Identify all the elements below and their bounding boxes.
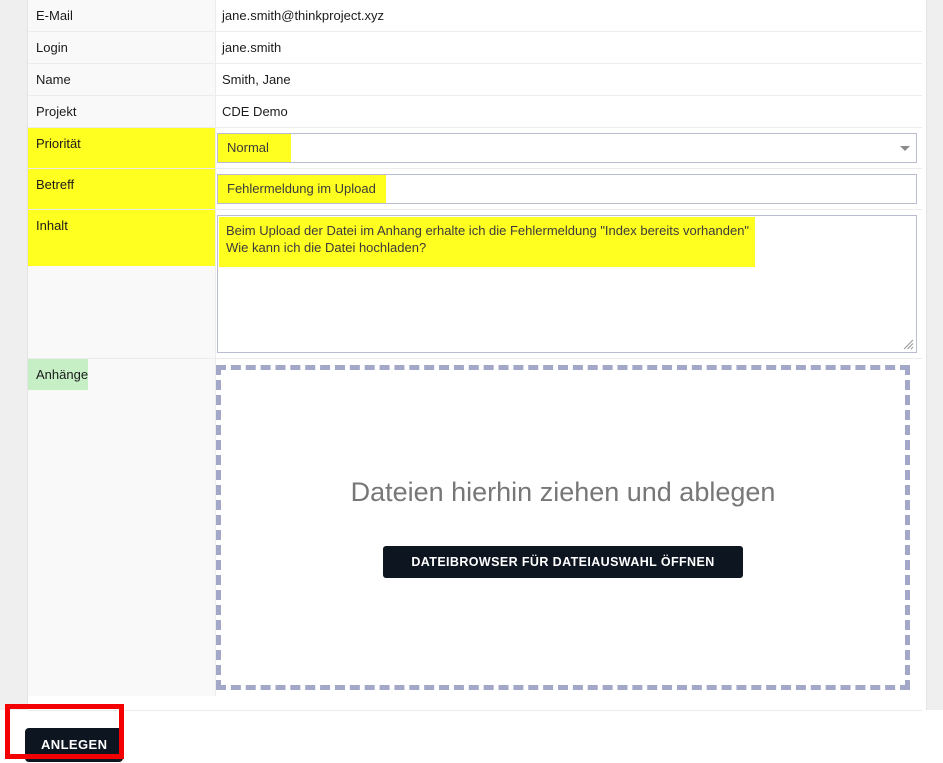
table-row: Projekt CDE Demo bbox=[28, 95, 922, 128]
label-text-prioritaet: Priorität bbox=[36, 136, 81, 151]
betreff-value-highlight: Fehlermeldung im Upload bbox=[218, 175, 386, 203]
label-text-projekt: Projekt bbox=[36, 104, 77, 119]
inhalt-field-wrap: Beim Upload der Datei im Anhang erhalte … bbox=[216, 210, 922, 358]
ticket-create-form-page: E-Mail jane.smith@thinkproject.xyz Login… bbox=[0, 0, 943, 763]
label-text-inhalt: Inhalt bbox=[36, 218, 68, 233]
label-text-email: E-Mail bbox=[36, 8, 73, 23]
row-label-email: E-Mail bbox=[28, 0, 216, 32]
footer-divider bbox=[28, 710, 922, 711]
value-text-projekt: CDE Demo bbox=[222, 104, 288, 119]
betreff-field-wrap: Fehlermeldung im Upload bbox=[216, 169, 922, 209]
row-value-login: jane.smith bbox=[215, 31, 922, 64]
inhalt-textarea[interactable]: Beim Upload der Datei im Anhang erhalte … bbox=[217, 215, 917, 353]
row-value-email: jane.smith@thinkproject.xyz bbox=[215, 0, 922, 32]
value-text-name: Smith, Jane bbox=[222, 72, 291, 87]
label-text-login: Login bbox=[36, 40, 68, 55]
table-row: Name Smith, Jane bbox=[28, 63, 922, 96]
row-value-projekt: CDE Demo bbox=[215, 95, 922, 128]
value-text-login: jane.smith bbox=[222, 40, 282, 55]
label-text-name: Name bbox=[36, 72, 71, 87]
label-text-betreff: Betreff bbox=[36, 177, 75, 192]
row-label-login: Login bbox=[28, 31, 216, 64]
anlegen-button[interactable]: ANLEGEN bbox=[25, 728, 124, 762]
table-row: Betreff Fehlermeldung im Upload bbox=[28, 168, 922, 210]
row-label-anhaenge: Anhänge bbox=[28, 358, 216, 696]
row-label-inhalt: Inhalt bbox=[28, 209, 216, 359]
row-label-projekt: Projekt bbox=[28, 95, 216, 128]
dropzone-hint-text: Dateien hierhin ziehen und ablegen bbox=[350, 477, 776, 507]
resize-handle-icon[interactable] bbox=[901, 337, 914, 350]
table-row: E-Mail jane.smith@thinkproject.xyz bbox=[28, 0, 922, 32]
prioritaet-field-wrap: Normal bbox=[216, 128, 922, 168]
row-value-name: Smith, Jane bbox=[215, 63, 922, 96]
table-row: Login jane.smith bbox=[28, 31, 922, 64]
label-text-anhaenge: Anhänge bbox=[28, 359, 89, 390]
table-row: Inhalt Beim Upload der Datei im Anhang e… bbox=[28, 209, 922, 359]
row-label-prioritaet: Priorität bbox=[28, 127, 216, 169]
form-footer: ANLEGEN bbox=[0, 710, 943, 763]
inhalt-text: Beim Upload der Datei im Anhang erhalte … bbox=[226, 223, 750, 255]
row-value-betreff: Fehlermeldung im Upload bbox=[215, 168, 922, 210]
row-value-anhaenge: Dateien hierhin ziehen und ablegen DATEI… bbox=[215, 358, 922, 696]
row-label-betreff: Betreff bbox=[28, 168, 216, 210]
prioritaet-select[interactable] bbox=[217, 133, 917, 163]
inhalt-label-highlight: Inhalt bbox=[28, 210, 215, 266]
table-row: Priorität Normal bbox=[28, 127, 922, 169]
row-value-inhalt: Beim Upload der Datei im Anhang erhalte … bbox=[215, 209, 922, 359]
table-row: Anhänge Dateien hierhin ziehen und ableg… bbox=[28, 358, 922, 696]
open-file-browser-button[interactable]: DATEIBROWSER FÜR DATEIAUSWAHL ÖFFNEN bbox=[383, 546, 743, 578]
dropzone-wrap: Dateien hierhin ziehen und ablegen DATEI… bbox=[216, 359, 922, 696]
prioritaet-value-highlight: Normal bbox=[218, 134, 291, 162]
ticket-form-table: E-Mail jane.smith@thinkproject.xyz Login… bbox=[28, 0, 922, 696]
value-text-email: jane.smith@thinkproject.xyz bbox=[222, 8, 385, 23]
right-gutter bbox=[926, 0, 943, 710]
left-gutter bbox=[0, 0, 28, 710]
row-value-prioritaet: Normal bbox=[215, 127, 922, 169]
file-dropzone[interactable]: Dateien hierhin ziehen und ablegen DATEI… bbox=[216, 365, 910, 690]
row-label-name: Name bbox=[28, 63, 216, 96]
